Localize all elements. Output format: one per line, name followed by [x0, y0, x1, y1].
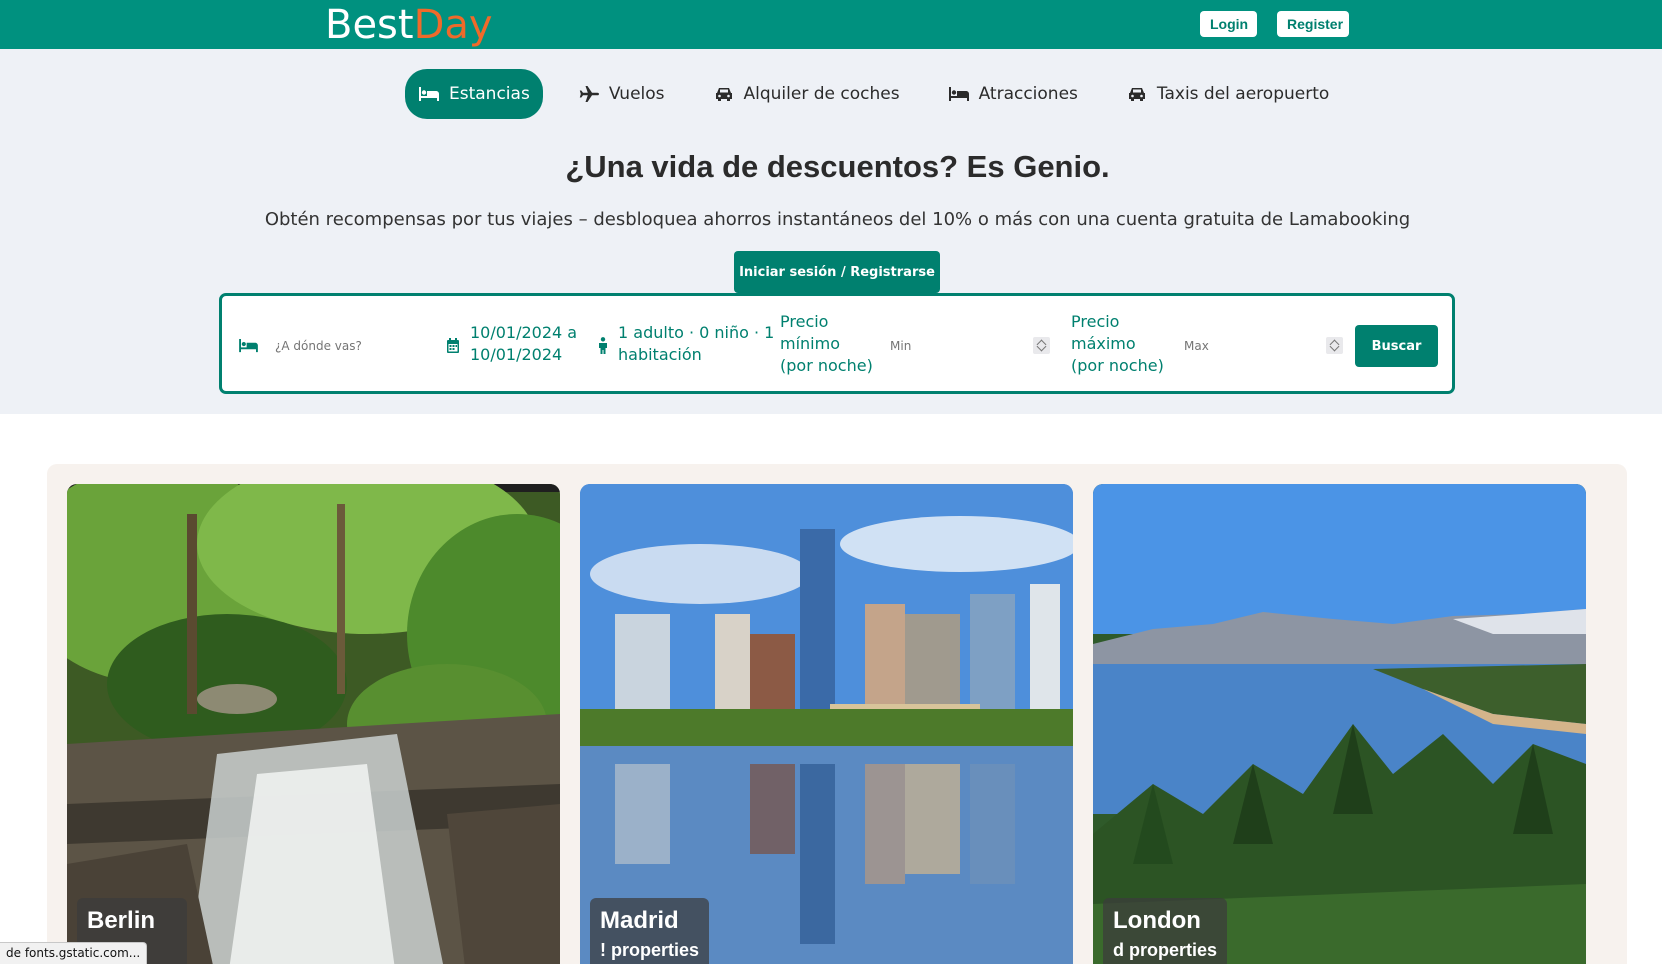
login-button[interactable]: Login	[1200, 11, 1257, 37]
signin-register-button[interactable]: Iniciar sesión / Registrarse	[734, 251, 940, 293]
destination-properties: ! properties	[600, 940, 700, 960]
destination-properties: d properties	[1113, 940, 1218, 960]
min-price-label-line: Precio	[780, 312, 829, 331]
destination-input[interactable]	[275, 336, 425, 356]
brand-logo-part2: Day	[413, 2, 493, 48]
tab-label: Atracciones	[978, 84, 1078, 104]
brand-logo[interactable]: BestDay	[325, 2, 493, 48]
top-bar: BestDay Login Register	[0, 0, 1662, 49]
plane-icon	[579, 86, 599, 102]
destination-card-london[interactable]: London d properties	[1093, 484, 1586, 964]
destination-label: Madrid ! properties	[590, 898, 710, 964]
max-price-stepper[interactable]	[1326, 337, 1343, 354]
destination-card-berlin[interactable]: Berlin	[67, 484, 560, 964]
max-price-label-line: (por noche)	[1071, 356, 1164, 375]
car-icon	[715, 88, 732, 101]
max-price-label: Precio máximo (por noche)	[1071, 311, 1164, 377]
min-price-stepper[interactable]	[1033, 337, 1050, 354]
tab-car-rental[interactable]: Alquiler de coches	[700, 69, 913, 119]
tab-flights[interactable]: Vuelos	[565, 69, 678, 119]
guests-line1: 1 adulto · 0 niño · 1	[618, 323, 775, 342]
tab-attractions[interactable]: Atracciones	[935, 69, 1091, 119]
hero-subline: Obtén recompensas por tus viajes – desbl…	[264, 209, 1411, 230]
bed-icon	[239, 338, 258, 353]
brand-logo-part1: Best	[325, 2, 414, 48]
max-price-label-line: máximo	[1071, 334, 1136, 353]
max-price-label-line: Precio	[1071, 312, 1120, 331]
tab-label: Taxis del aeropuerto	[1156, 84, 1330, 104]
car-icon	[1128, 88, 1145, 101]
bed-icon	[419, 87, 439, 101]
destination-image	[1093, 484, 1586, 964]
max-price-input[interactable]	[1184, 336, 1299, 356]
tab-label: Estancias	[449, 84, 530, 104]
destination-city: Berlin	[87, 907, 156, 934]
destination-city: London	[1113, 907, 1201, 934]
destination-image	[67, 484, 560, 964]
guests-line2: habitación	[618, 345, 702, 364]
min-price-label-line: mínimo	[780, 334, 840, 353]
destinations-section: Berlin Madrid ! properties London d prop…	[47, 464, 1627, 964]
date-range-line1: 10/01/2024 a	[470, 323, 578, 342]
tab-label: Alquiler de coches	[743, 84, 900, 104]
destination-city: Madrid	[600, 907, 679, 934]
destination-card-madrid[interactable]: Madrid ! properties	[580, 484, 1073, 964]
register-button[interactable]: Register	[1277, 11, 1349, 37]
bed-icon	[948, 87, 969, 101]
destination-label: London d properties	[1103, 898, 1228, 964]
date-range-line2: 10/01/2024	[470, 345, 563, 364]
min-price-input[interactable]	[890, 336, 1005, 356]
date-range-picker[interactable]: 10/01/2024 a 10/01/2024	[470, 322, 577, 366]
guests-picker[interactable]: 1 adulto · 0 niño · 1 habitación	[618, 322, 774, 366]
destination-image	[580, 484, 1073, 964]
person-icon	[599, 337, 607, 354]
min-price-label-line: (por noche)	[780, 356, 873, 375]
hero-headline: ¿Una vida de descuentos? Es Genio.	[565, 149, 1110, 184]
search-button[interactable]: Buscar	[1355, 325, 1438, 367]
browser-status-bar: de fonts.gstatic.com...	[0, 942, 148, 964]
tab-airport-taxis[interactable]: Taxis del aeropuerto	[1113, 69, 1342, 119]
tab-label: Vuelos	[608, 84, 665, 104]
category-tabs: Estancias Vuelos Alquiler de coches Atra…	[405, 69, 1364, 119]
tab-stays[interactable]: Estancias	[405, 69, 543, 119]
hero-section: Estancias Vuelos Alquiler de coches Atra…	[0, 49, 1662, 414]
min-price-label: Precio mínimo (por noche)	[780, 311, 873, 377]
search-bar: 10/01/2024 a 10/01/2024 1 adulto · 0 niñ…	[219, 293, 1455, 394]
calendar-icon	[447, 338, 459, 353]
